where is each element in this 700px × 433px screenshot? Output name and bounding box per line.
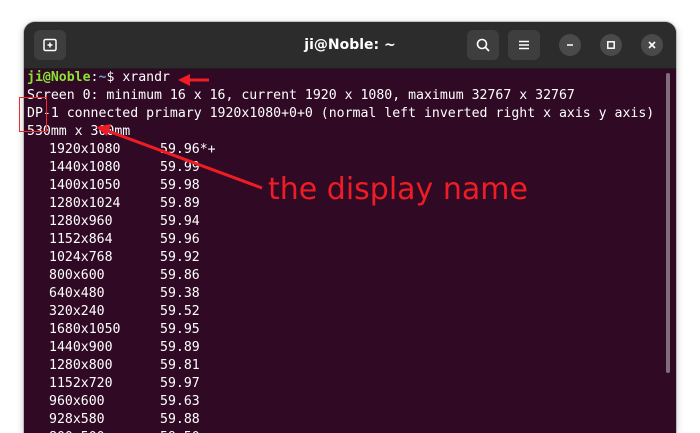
annotation-label: the display name: [268, 172, 528, 207]
arrow-to-command: [178, 74, 209, 86]
annotation-arrows: [96, 74, 263, 190]
arrow-to-display-name: [96, 124, 263, 190]
